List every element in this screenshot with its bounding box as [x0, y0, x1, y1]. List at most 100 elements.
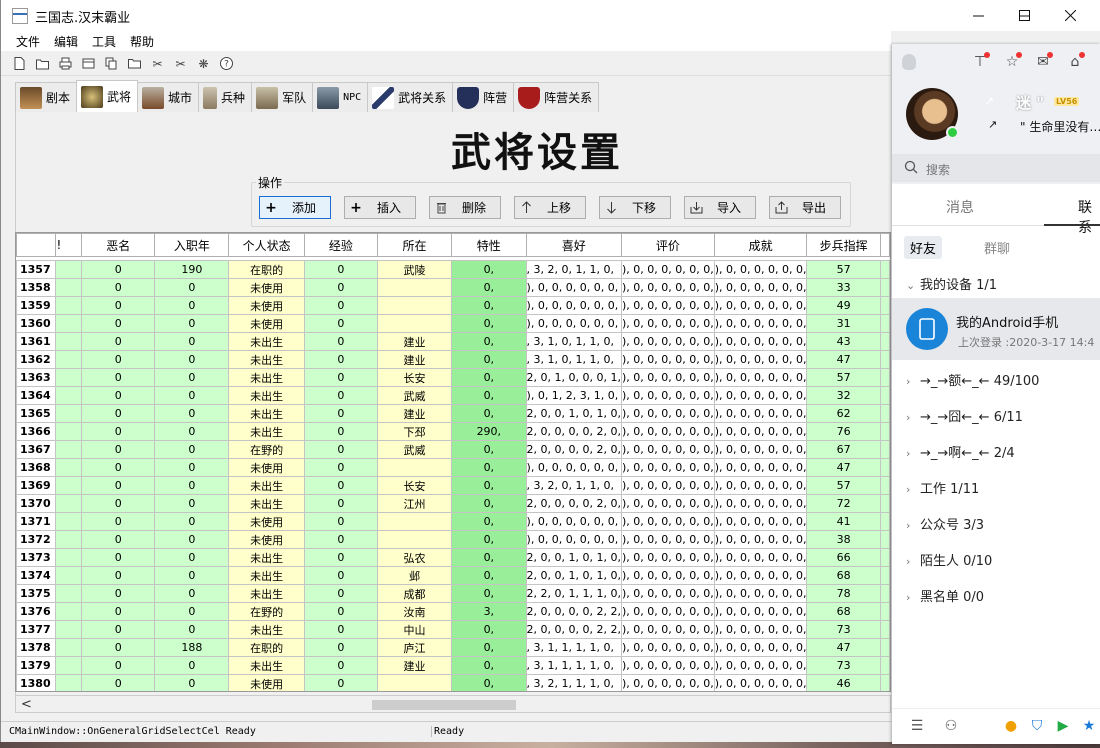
grid-cell[interactable]: 0	[81, 530, 156, 549]
grid-cell[interactable]: 2, 0, 0, 0, 0, 2, 2,	[525, 602, 622, 621]
grid-cell[interactable]	[879, 440, 890, 459]
grid-cell[interactable]	[55, 314, 83, 333]
grid-cell[interactable]: 未出生	[228, 620, 305, 639]
column-header[interactable]: 步兵指挥	[806, 233, 881, 257]
grid-cell[interactable]: 0	[303, 260, 378, 279]
security-shield-icon[interactable]: ⛉	[1028, 717, 1046, 735]
table-row[interactable]: 1368 0 0 未使用 0 0,), 0, 0, 0, 0, 0, 0,), 0, 0,…	[16, 458, 890, 477]
folder-icon[interactable]	[126, 55, 143, 72]
grid-cell[interactable]: 2, 0, 0, 0, 0, 2, 2,	[525, 620, 622, 639]
grid-cell[interactable]: 0	[81, 296, 156, 315]
grid-cell[interactable]: 建业	[376, 350, 453, 369]
grid-cell[interactable]	[376, 458, 453, 477]
play-icon[interactable]: ▶	[1054, 717, 1072, 735]
grid-cell[interactable]: 邺	[376, 566, 453, 585]
grid-cell[interactable]: 0	[154, 440, 230, 459]
grid-cell[interactable]: 0	[303, 602, 378, 621]
grid-cell[interactable]: 47	[806, 638, 881, 657]
grid-cell[interactable]: 0	[154, 314, 230, 333]
row-header[interactable]: 1364	[16, 386, 57, 405]
grid-cell[interactable]	[879, 638, 890, 657]
grid-cell[interactable]	[55, 494, 83, 513]
grid-cell[interactable]: ), 0, 0, 0, 0, 0, 0,	[620, 350, 715, 369]
nickname[interactable]: 迷 "	[1016, 92, 1044, 113]
grid-cell[interactable]: 0,	[451, 548, 527, 567]
grid-cell[interactable]: 下邳	[376, 422, 453, 441]
copy-icon[interactable]	[103, 55, 120, 72]
grid-cell[interactable]: ), 0, 0, 0, 0, 0, 0,	[620, 404, 715, 423]
grid-cell[interactable]: 57	[806, 368, 881, 387]
grid-cell[interactable]: 0	[81, 458, 156, 477]
grid-cell[interactable]: 未出生	[228, 566, 305, 585]
shirt-icon[interactable]: ⊤	[972, 52, 990, 70]
grid-cell[interactable]: 武威	[376, 386, 453, 405]
grid-cell[interactable]: 0	[154, 332, 230, 351]
grid-cell[interactable]: 190	[154, 260, 230, 279]
tab-units[interactable]: 兵种	[198, 82, 253, 112]
table-row[interactable]: 1374 0 0 未出生 0 邺 0, 2, 0, 0, 1, 0, 1, 0,), 0, 0…	[16, 566, 890, 585]
grid-cell[interactable]	[55, 620, 83, 639]
grid-cell[interactable]	[879, 566, 890, 585]
tab-factions[interactable]: 阵营	[452, 82, 515, 112]
grid-cell[interactable]	[55, 458, 83, 477]
contact-group[interactable]: › →_→额←_← 49/100	[906, 370, 1039, 389]
grid-cell[interactable]: ), 0, 0, 0, 0, 0, 0,	[713, 296, 808, 315]
table-row[interactable]: 1372 0 0 未使用 0 0,), 0, 0, 0, 0, 0, 0,), 0, 0,…	[16, 530, 890, 549]
grid-cell[interactable]: 未使用	[228, 458, 305, 477]
table-row[interactable]: 1366 0 0 未出生 0 下邳 290, 2, 0, 0, 0, 0, 2, 0,), 0…	[16, 422, 890, 441]
grid-cell[interactable]: 0	[81, 404, 156, 423]
grid-cell[interactable]: 76	[806, 422, 881, 441]
table-row[interactable]: 1380 0 0 未使用 0 0,, 3, 2, 1, 1, 1, 0,), 0, 0, …	[16, 674, 890, 691]
row-header[interactable]: 1378	[16, 638, 57, 657]
grid-cell[interactable]: 62	[806, 404, 881, 423]
tab-general-relations[interactable]: 武将关系	[367, 82, 454, 112]
maximize-button[interactable]	[1001, 0, 1047, 31]
column-header[interactable]: 评价	[620, 233, 715, 257]
grid-cell[interactable]: ), 0, 0, 0, 0, 0, 0,	[713, 278, 808, 297]
row-header[interactable]: 1380	[16, 674, 57, 691]
grid-cell[interactable]: 0,	[451, 350, 527, 369]
grid-cell[interactable]: ), 0, 0, 0, 0, 0, 0,	[713, 422, 808, 441]
grid-cell[interactable]	[55, 332, 83, 351]
grid-cell[interactable]: ), 0, 0, 0, 0, 0, 0,	[713, 674, 808, 691]
grid-cell[interactable]: 78	[806, 584, 881, 603]
grid-cell[interactable]: , 3, 1, 0, 1, 1, 0,	[525, 332, 622, 351]
grid-cell[interactable]	[879, 404, 890, 423]
grid-cell[interactable]: 0	[81, 350, 156, 369]
grid-cell[interactable]: 0	[81, 386, 156, 405]
grid-cell[interactable]: 0	[303, 458, 378, 477]
grid-cell[interactable]: 0	[303, 638, 378, 657]
table-row[interactable]: 1364 0 0 未出生 0 武威 0,), 0, 1, 2, 3, 1, 0,), 0, …	[16, 386, 890, 405]
grid-cell[interactable]: ), 0, 0, 0, 0, 0, 0,	[713, 566, 808, 585]
new-file-icon[interactable]	[11, 55, 28, 72]
grid-cell[interactable]	[55, 566, 83, 585]
grid-cell[interactable]: 0	[303, 548, 378, 567]
grid-cell[interactable]: 3,	[451, 602, 527, 621]
help-icon[interactable]: ?	[218, 55, 235, 72]
grid-cell[interactable]: ), 0, 0, 0, 0, 0, 0,	[620, 494, 715, 513]
grid-cell[interactable]: 0	[81, 476, 156, 495]
grid-cell[interactable]: 38	[806, 530, 881, 549]
grid-cell[interactable]: 0	[154, 296, 230, 315]
grid-cell[interactable]: 中山	[376, 620, 453, 639]
grid-cell[interactable]	[879, 530, 890, 549]
grid-cell[interactable]: 0	[303, 620, 378, 639]
grid-cell[interactable]: , 3, 1, 1, 1, 1, 0,	[525, 638, 622, 657]
grid-cell[interactable]	[55, 440, 83, 459]
add-friend-icon[interactable]: ⚇	[942, 717, 960, 735]
row-header[interactable]: 1377	[16, 620, 57, 639]
grid-cell[interactable]: 未出生	[228, 476, 305, 495]
grid-cell[interactable]: ), 0, 0, 0, 0, 0, 0,	[620, 332, 715, 351]
grid-cell[interactable]: 0	[81, 620, 156, 639]
grid-cell[interactable]: 弘农	[376, 548, 453, 567]
column-header[interactable]	[879, 233, 890, 257]
move-down-button[interactable]: 下移	[599, 196, 671, 219]
tab-messages[interactable]: 消息	[946, 197, 974, 217]
grid-cell[interactable]: ), 0, 0, 0, 0, 0, 0,	[713, 584, 808, 603]
grid-cell[interactable]: 188	[154, 638, 230, 657]
grid-cell[interactable]: ), 0, 0, 0, 0, 0, 0,	[620, 440, 715, 459]
grid-cell[interactable]: 47	[806, 458, 881, 477]
table-row[interactable]: 1375 0 0 未出生 0 成都 0, 2, 2, 0, 1, 1, 1, 0,), 0, …	[16, 584, 890, 603]
grid-cell[interactable]	[879, 368, 890, 387]
grid-cell[interactable]: 武陵	[376, 260, 453, 279]
